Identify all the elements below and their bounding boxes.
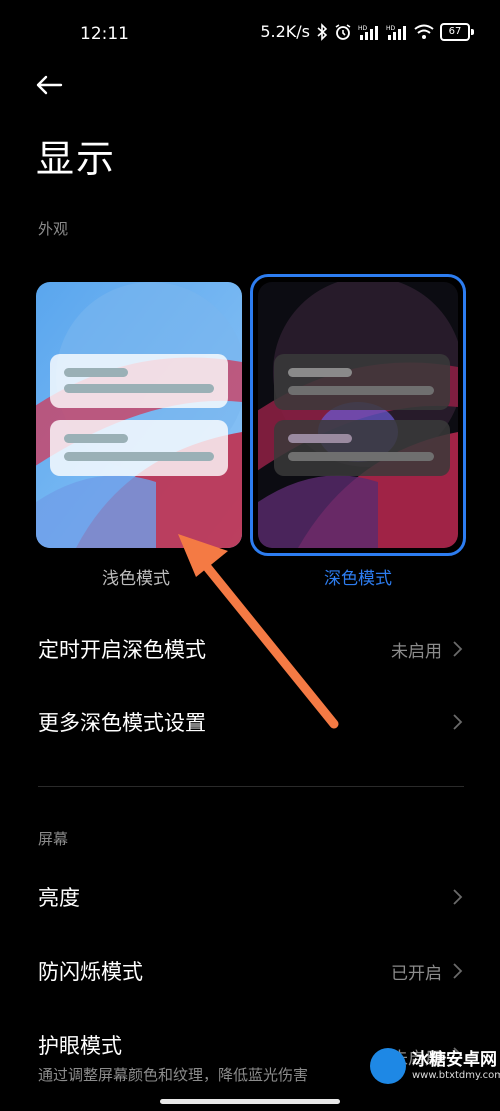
watermark-title: 冰糖安卓网 [412, 1050, 497, 1071]
home-indicator[interactable] [160, 1099, 340, 1104]
row-anti-flicker-label: 防闪烁模式 [38, 960, 143, 984]
divider [38, 786, 464, 787]
row-anti-flicker[interactable]: 防闪烁模式 已开启 [0, 946, 500, 996]
row-anti-flicker-value: 已开启 [391, 964, 442, 984]
row-schedule-value: 未启用 [391, 642, 442, 662]
back-button[interactable] [34, 70, 70, 100]
row-more-dark-settings[interactable]: 更多深色模式设置 [0, 697, 500, 747]
row-brightness[interactable]: 亮度 [0, 872, 500, 922]
battery-icon: 67 [440, 22, 474, 41]
dark-mode-card[interactable] [250, 274, 466, 556]
status-icons: 5.2K/s HD HD 67 [260, 22, 474, 41]
row-eye-care-subtitle: 通过调整屏幕颜色和纹理，降低蓝光伤害 [38, 1066, 309, 1084]
svg-text:HD: HD [358, 25, 368, 32]
chevron-right-icon [453, 641, 463, 657]
watermark: 冰糖安卓网 www.btxtdmy.com [370, 1048, 500, 1084]
dark-mode-label[interactable]: 深色模式 [324, 564, 392, 589]
row-brightness-label: 亮度 [38, 886, 80, 910]
svg-text:HD: HD [386, 25, 396, 32]
signal-hd-icon: HD [386, 25, 406, 40]
light-mode-label[interactable]: 浅色模式 [102, 564, 170, 589]
chevron-right-icon [453, 963, 463, 979]
signal-hd-icon: HD [358, 25, 378, 40]
chevron-right-icon [453, 889, 463, 905]
battery-level: 67 [440, 22, 470, 41]
dark-mode-preview [258, 282, 458, 548]
light-mode-card[interactable] [36, 282, 242, 548]
alarm-icon [335, 23, 351, 40]
row-eye-care-label: 护眼模式 [38, 1034, 122, 1058]
section-label-screen: 屏幕 [38, 830, 69, 848]
network-speed: 5.2K/s [260, 22, 310, 41]
bluetooth-icon [317, 22, 328, 41]
section-label-appearance: 外观 [38, 220, 69, 238]
row-schedule-dark-mode[interactable]: 定时开启深色模式 未启用 [0, 624, 500, 674]
wifi-icon [414, 24, 434, 39]
page-title: 显示 [36, 137, 117, 181]
row-schedule-label: 定时开启深色模式 [38, 638, 206, 662]
watermark-logo-icon [370, 1048, 406, 1084]
back-arrow-icon [36, 75, 63, 95]
watermark-url: www.btxtdmy.com [412, 1069, 500, 1081]
chevron-right-icon [453, 714, 463, 730]
status-bar: 12:11 5.2K/s HD HD 67 [0, 0, 500, 70]
row-more-dark-label: 更多深色模式设置 [38, 711, 206, 735]
status-time: 12:11 [80, 24, 129, 44]
light-mode-preview [36, 282, 242, 548]
